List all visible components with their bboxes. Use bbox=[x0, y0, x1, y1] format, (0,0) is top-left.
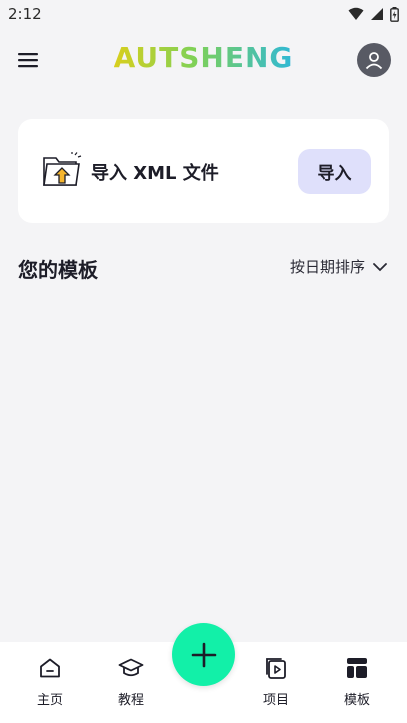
home-icon bbox=[40, 658, 60, 678]
nav-item-projects[interactable]: 项目 bbox=[246, 656, 306, 708]
status-icons bbox=[348, 6, 399, 22]
profile-button[interactable] bbox=[357, 43, 391, 77]
wifi-icon bbox=[348, 7, 364, 20]
signal-icon bbox=[371, 8, 383, 20]
graduation-cap-icon bbox=[118, 658, 144, 677]
folder-upload-icon bbox=[43, 152, 82, 186]
nav-label-home: 主页 bbox=[36, 693, 63, 708]
app-bar: AUTSHENG bbox=[0, 40, 407, 80]
sort-dropdown[interactable]: 按日期排序 bbox=[290, 256, 387, 277]
add-button[interactable] bbox=[172, 623, 235, 686]
nav-item-tutorial[interactable]: 教程 bbox=[101, 656, 161, 708]
import-xml-label: 导入 XML 文件 bbox=[91, 163, 219, 184]
user-icon bbox=[365, 52, 383, 70]
import-xml-card: 导入 XML 文件 导入 bbox=[18, 119, 389, 223]
logo-text: AUTSHENG bbox=[113, 41, 294, 74]
status-bar: 2:12 bbox=[0, 0, 407, 28]
battery-icon bbox=[390, 6, 399, 22]
import-button[interactable]: 导入 bbox=[298, 149, 371, 194]
nav-item-templates[interactable]: 模板 bbox=[327, 656, 387, 708]
nav-item-home[interactable]: 主页 bbox=[20, 656, 80, 708]
video-file-icon bbox=[266, 658, 286, 679]
status-time: 2:12 bbox=[8, 5, 42, 23]
nav-label-templates: 模板 bbox=[343, 693, 370, 708]
app-logo: AUTSHENG bbox=[0, 40, 407, 76]
sort-label: 按日期排序 bbox=[289, 258, 365, 276]
nav-label-projects: 项目 bbox=[262, 693, 289, 708]
chevron-down-icon bbox=[373, 262, 387, 271]
template-icon bbox=[347, 658, 367, 678]
nav-label-tutorial: 教程 bbox=[117, 693, 144, 708]
plus-icon bbox=[191, 642, 216, 667]
templates-title: 您的模板 bbox=[18, 258, 98, 282]
